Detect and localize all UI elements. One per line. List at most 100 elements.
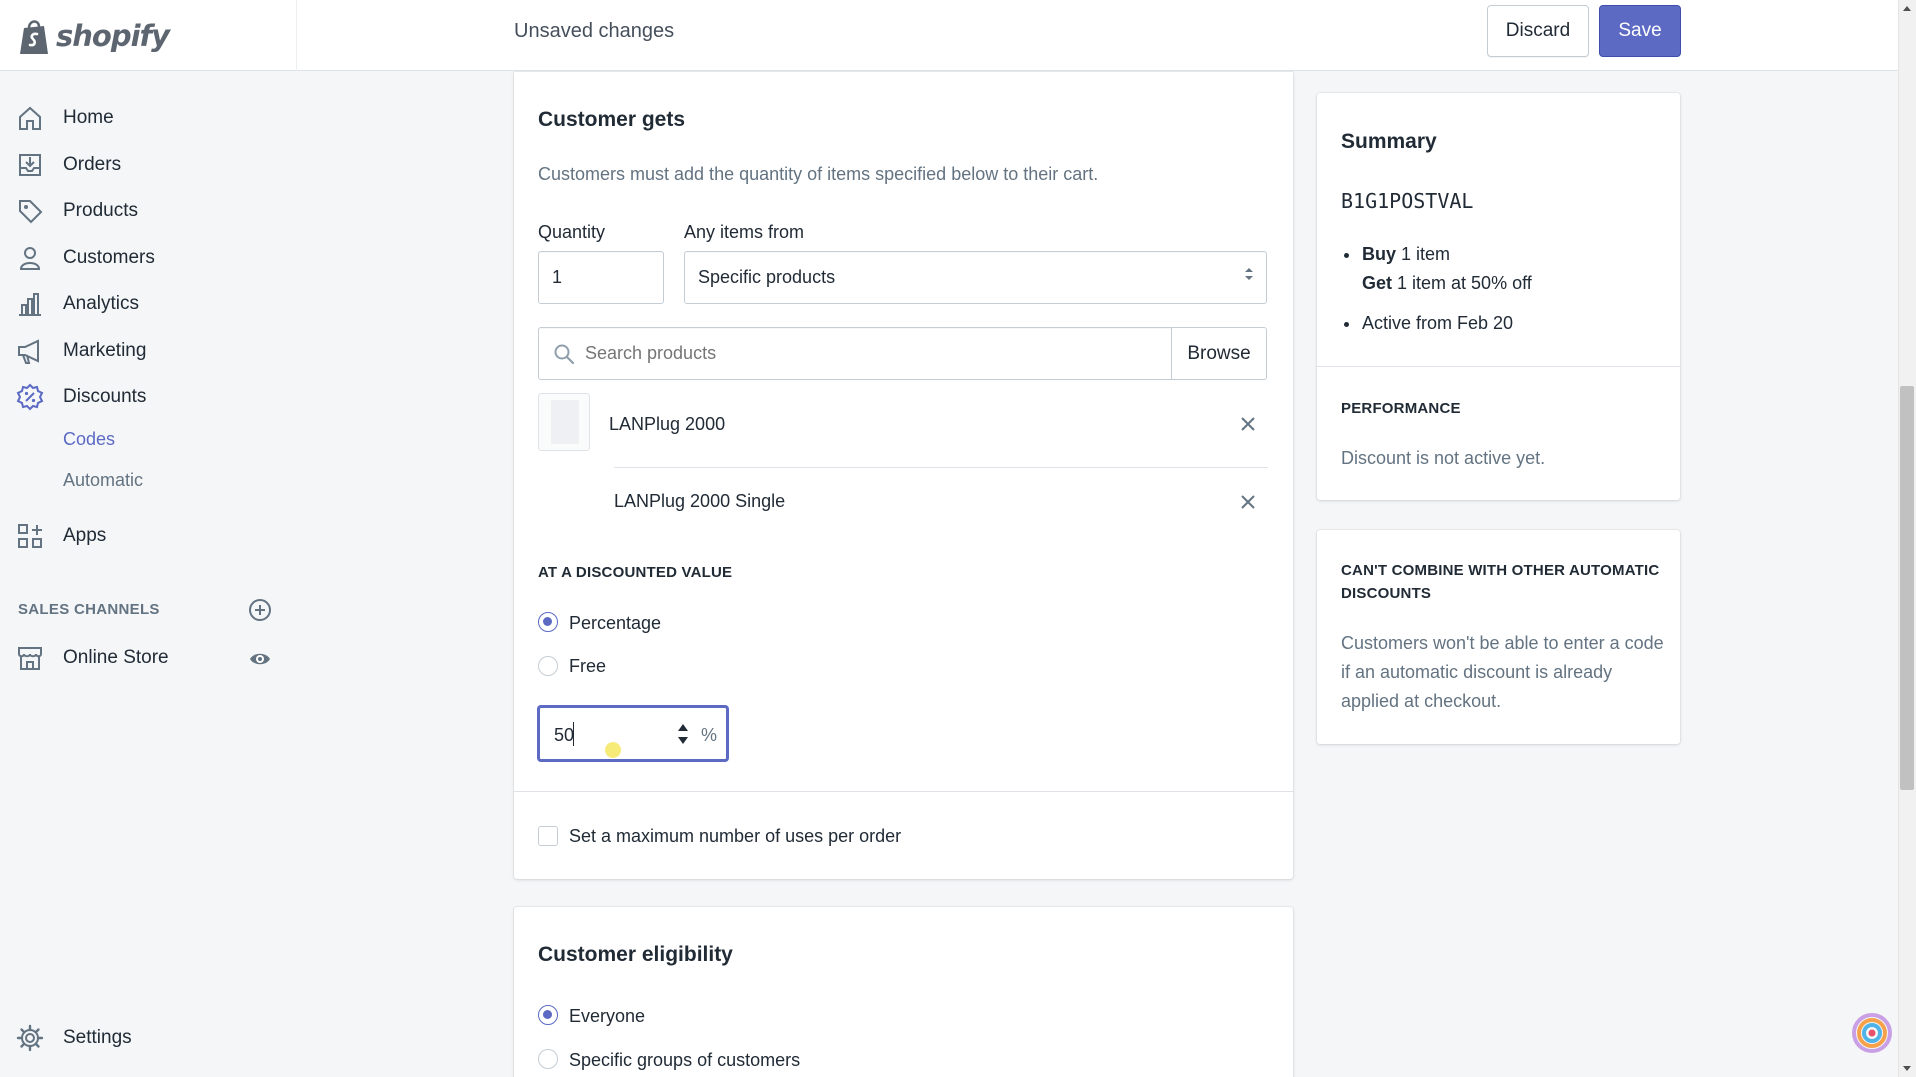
- percentage-value-input[interactable]: 50 %: [538, 706, 728, 761]
- product-name: LANPlug 2000: [609, 414, 726, 434]
- sidebar-item-customers[interactable]: Customers: [16, 238, 286, 278]
- quantity-input[interactable]: 1: [538, 251, 664, 304]
- sidebar-subitem-automatic[interactable]: Automatic: [63, 470, 143, 491]
- any-items-select[interactable]: Specific products: [684, 251, 1267, 304]
- sidebar-item-orders[interactable]: Orders: [16, 145, 286, 185]
- unsaved-changes-label: Unsaved changes: [514, 20, 675, 42]
- sidebar-item-label: Apps: [63, 525, 107, 546]
- combine-text-line3: applied at checkout.: [1341, 691, 1502, 711]
- mouse-cursor-highlight: [605, 742, 621, 758]
- sidebar-item-label: Products: [63, 200, 138, 221]
- brand-name: shopify: [56, 18, 170, 53]
- discounted-value-title: AT A DISCOUNTED VALUE: [538, 564, 733, 581]
- sidebar-item-discounts[interactable]: Discounts: [16, 377, 286, 417]
- summary-title: Summary: [1341, 130, 1437, 153]
- home-icon: [19, 106, 41, 130]
- combine-title-line2: DISCOUNTS: [1341, 585, 1432, 602]
- save-button[interactable]: Save: [1599, 5, 1681, 57]
- sidebar-item-label: Discounts: [63, 386, 147, 407]
- orders-icon: [19, 154, 41, 176]
- remove-variant-icon[interactable]: [1238, 492, 1258, 512]
- sidebar-subitem-codes[interactable]: Codes: [63, 429, 115, 450]
- apps-grid-icon: [18, 524, 42, 548]
- shopify-bag-icon: [20, 19, 48, 54]
- sidebar-item-label: Customers: [63, 247, 155, 268]
- top-bar: shopify Unsaved changes Discard Save: [0, 0, 1898, 71]
- product-thumbnail: [538, 393, 590, 451]
- sidebar-item-home[interactable]: Home: [16, 98, 286, 138]
- discount-badge-icon: [16, 383, 44, 411]
- percentage-radio[interactable]: [538, 612, 558, 632]
- any-items-label: Any items from: [684, 222, 805, 242]
- percentage-value: 50: [554, 725, 575, 745]
- sidebar-item-label: Home: [63, 107, 114, 128]
- performance-title: PERFORMANCE: [1341, 400, 1461, 417]
- percent-symbol: %: [701, 725, 718, 745]
- text-caret: [573, 722, 574, 746]
- variant-name: LANPlug 2000 Single: [614, 491, 786, 511]
- combine-text-line2: if an automatic discount is already: [1341, 662, 1613, 682]
- divider: [1317, 366, 1680, 367]
- sidebar-item-label: Orders: [63, 154, 122, 175]
- discard-button[interactable]: Discard: [1487, 5, 1589, 57]
- scroll-down-arrow-icon[interactable]: [1902, 1065, 1912, 1073]
- search-icon: [554, 344, 575, 365]
- max-uses-label: Set a maximum number of uses per order: [569, 826, 902, 846]
- sidebar-item-online-store[interactable]: Online Store: [16, 638, 286, 678]
- megaphone-icon: [18, 339, 39, 364]
- sidebar-item-label: Analytics: [63, 293, 140, 314]
- summary-active-from: Active from Feb 20: [1362, 313, 1514, 333]
- summary-get-line: Get 1 item at 50% off: [1362, 273, 1532, 294]
- scrollbar-thumb[interactable]: [1900, 386, 1914, 790]
- quantity-value: 1: [552, 267, 563, 287]
- sidebar-item-marketing[interactable]: Marketing: [16, 331, 286, 371]
- customer-gets-description: Customers must add the quantity of items…: [538, 164, 1099, 184]
- combine-title-line1: CAN'T COMBINE WITH OTHER AUTOMATIC: [1341, 562, 1660, 579]
- summary-buy-line: Buy 1 item: [1362, 244, 1450, 265]
- customer-eligibility-title: Customer eligibility: [538, 943, 733, 966]
- gear-icon: [16, 1024, 44, 1052]
- everyone-radio[interactable]: [538, 1005, 558, 1025]
- sidebar-item-products[interactable]: Products: [16, 191, 286, 231]
- add-circle-icon[interactable]: [248, 598, 272, 622]
- max-uses-checkbox[interactable]: [538, 826, 558, 846]
- logo[interactable]: shopify: [0, 0, 297, 71]
- stepper-arrows-icon[interactable]: [677, 720, 689, 748]
- bullet: [1344, 253, 1349, 258]
- product-image: [551, 400, 579, 444]
- remove-product-icon[interactable]: [1238, 414, 1258, 434]
- help-widget-icon[interactable]: [1852, 1013, 1892, 1053]
- specific-groups-label: Specific groups of customers: [569, 1050, 801, 1070]
- free-radio[interactable]: [538, 656, 558, 676]
- combine-text-line1: Customers won't be able to enter a code: [1341, 633, 1664, 653]
- quantity-label: Quantity: [538, 222, 606, 242]
- store-icon: [18, 647, 42, 670]
- percentage-label: Percentage: [569, 613, 662, 633]
- performance-text: Discount is not active yet.: [1341, 448, 1546, 468]
- browse-button[interactable]: Browse: [1171, 327, 1267, 380]
- sidebar-item-label: Settings: [63, 1027, 132, 1048]
- everyone-label: Everyone: [569, 1006, 646, 1026]
- sidebar: Home Orders Products Customers Analytics…: [0, 71, 297, 1077]
- buy-keyword: Buy: [1362, 244, 1397, 264]
- sidebar-item-apps[interactable]: Apps: [16, 516, 286, 556]
- search-products-input[interactable]: [585, 343, 1145, 364]
- eye-icon[interactable]: [248, 647, 272, 671]
- specific-groups-radio[interactable]: [538, 1049, 558, 1069]
- sidebar-item-label: Marketing: [63, 340, 147, 361]
- bullet: [1344, 322, 1349, 327]
- bar-chart-icon: [19, 293, 41, 316]
- summary-card: [1317, 93, 1680, 500]
- tag-icon: [19, 200, 43, 224]
- scroll-up-arrow-icon[interactable]: [1902, 4, 1912, 12]
- sidebar-item-analytics[interactable]: Analytics: [16, 284, 286, 324]
- sidebar-item-settings[interactable]: Settings: [16, 1018, 286, 1058]
- get-detail: 1 item at 50% off: [1392, 273, 1532, 293]
- customer-gets-title: Customer gets: [538, 108, 686, 131]
- person-icon: [19, 247, 41, 270]
- select-arrows-icon: [1245, 268, 1253, 280]
- divider: [514, 791, 1293, 792]
- divider: [614, 467, 1268, 468]
- search-products-field[interactable]: [538, 327, 1172, 380]
- buy-detail: 1 item: [1396, 244, 1451, 264]
